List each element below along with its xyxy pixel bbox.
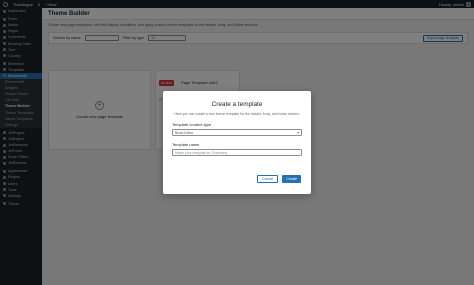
dialog-title: Create a template <box>211 101 263 108</box>
template-name-label: Template name <box>172 142 200 147</box>
content-type-select[interactable]: Block Editor ▾ <box>172 129 302 136</box>
template-name-input[interactable]: Name your template for Gutenberg <box>172 149 302 156</box>
dialog-description: Here you can create a new theme template… <box>174 112 300 116</box>
create-template-dialog: Create a template Here you can create a … <box>163 91 311 194</box>
chevron-down-icon: ▾ <box>297 130 299 135</box>
cancel-button[interactable]: Cancel <box>257 175 279 183</box>
content-type-label: Template content type <box>172 122 212 127</box>
create-button[interactable]: Create <box>282 175 301 183</box>
content-type-value: Block Editor <box>175 130 194 135</box>
